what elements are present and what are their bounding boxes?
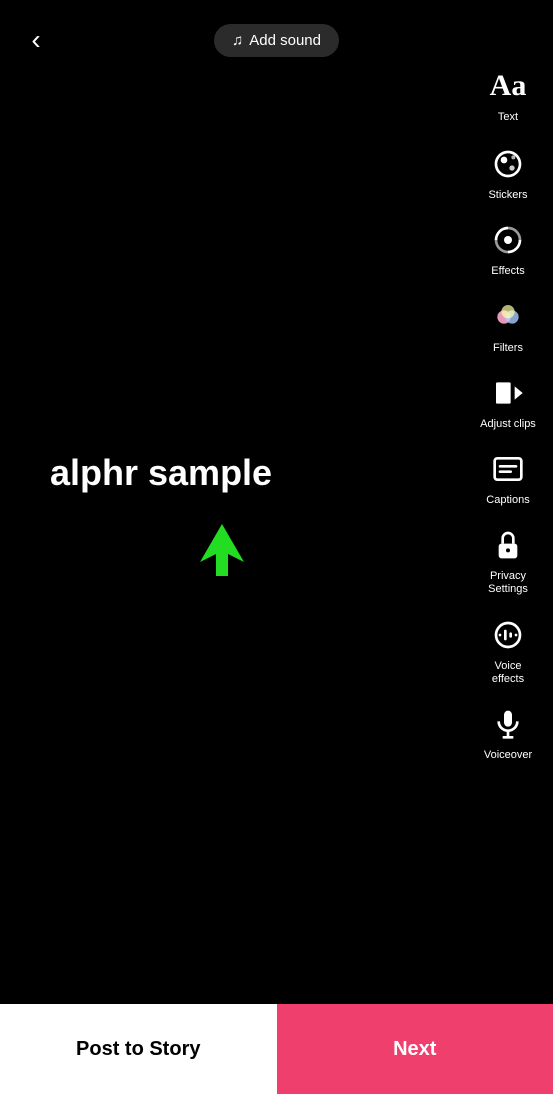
filters-icon (486, 295, 530, 339)
back-button[interactable]: ‹ (16, 20, 56, 60)
privacy-settings-icon (486, 523, 530, 567)
sidebar-item-privacy-settings[interactable]: PrivacySettings (468, 517, 548, 602)
adjust-clips-icon (486, 371, 530, 415)
effects-icon (486, 218, 530, 262)
voiceover-icon (486, 702, 530, 746)
sidebar-item-captions[interactable]: Captions (468, 441, 548, 513)
stickers-icon (486, 142, 530, 186)
sidebar-item-effects[interactable]: Effects (468, 212, 548, 284)
sidebar-item-voiceover[interactable]: Voiceover (468, 696, 548, 768)
add-sound-button[interactable]: ♫ Add sound (214, 24, 339, 57)
voice-effects-icon (486, 613, 530, 657)
sample-text: alphr sample (50, 452, 272, 494)
sidebar-item-filters[interactable]: Filters (468, 289, 548, 361)
sidebar-item-label: Text (498, 111, 518, 124)
text-icon: Aa (486, 64, 530, 108)
add-sound-label: Add sound (249, 32, 321, 49)
canvas-area: alphr sample (0, 0, 463, 1004)
sidebar-item-label: Voiceeffects (492, 660, 524, 686)
sidebar-item-adjust-clips[interactable]: Adjust clips (468, 365, 548, 437)
sidebar-item-label: Voiceover (484, 749, 532, 762)
bottom-bar: Post to Story Next (0, 1004, 553, 1094)
sidebar-item-label: Captions (486, 494, 529, 507)
arrow-indicator (200, 522, 245, 582)
next-button[interactable]: Next (277, 1004, 553, 1094)
sidebar-item-text[interactable]: Aa Text (468, 60, 548, 132)
sidebar-item-stickers[interactable]: Stickers (468, 136, 548, 208)
sidebar-item-label: Filters (493, 342, 523, 355)
post-to-story-button[interactable]: Post to Story (0, 1004, 277, 1094)
captions-icon (486, 447, 530, 491)
sidebar-item-label: Effects (491, 265, 524, 278)
sidebar-item-label: Stickers (488, 189, 527, 202)
right-sidebar: Aa Text Stickers Effects (463, 50, 553, 768)
music-icon: ♫ (232, 32, 243, 49)
sidebar-item-voice-effects[interactable]: Voiceeffects (468, 607, 548, 692)
sidebar-item-label: Adjust clips (480, 418, 536, 431)
sidebar-item-label: PrivacySettings (488, 570, 528, 596)
